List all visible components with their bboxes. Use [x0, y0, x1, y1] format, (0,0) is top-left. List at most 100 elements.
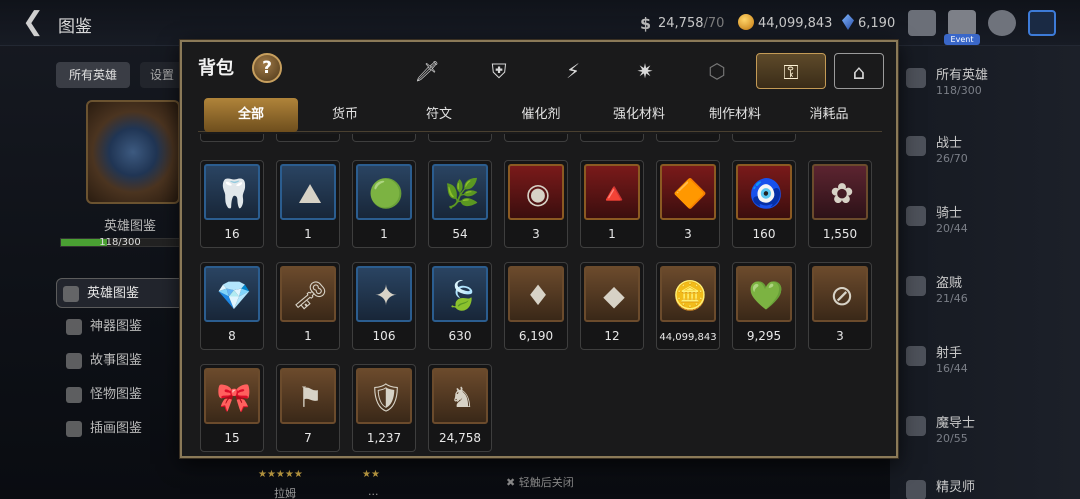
nav-label: 神器图鉴 — [90, 319, 143, 334]
blue-amulet-icon: 🧿 — [748, 177, 784, 210]
item-art: ◆ — [584, 266, 640, 322]
item-slot[interactable]: 🔺 1 — [580, 160, 644, 248]
equipment-category-icon[interactable]: 🗡 — [406, 53, 448, 89]
nav-illustration-codex[interactable]: 插画图鉴 — [60, 414, 190, 444]
item-slot-partial[interactable] — [428, 134, 492, 142]
subtab-runes[interactable]: 符文 — [392, 98, 486, 132]
tab-settings[interactable]: 设置 — [140, 62, 184, 88]
no-shield-category-icon[interactable]: ⛨ — [478, 53, 520, 89]
item-slot[interactable]: 🔶 3 — [656, 160, 720, 248]
item-slot-partial[interactable] — [580, 134, 644, 142]
class-filter-archer[interactable]: 射手 16/44 — [906, 340, 1076, 384]
item-slot-partial[interactable] — [732, 134, 796, 142]
item-slot[interactable]: ⛰ 1 — [276, 160, 340, 248]
item-count: 24,758 — [439, 431, 481, 445]
item-slot[interactable]: 🌿 54 — [428, 160, 492, 248]
item-slot[interactable]: 🟢 1 — [352, 160, 416, 248]
item-count: 1 — [304, 329, 312, 343]
dice-category-icon[interactable]: ⬡ — [696, 53, 738, 89]
item-art: 💚 — [736, 266, 792, 322]
storage-category-icon[interactable]: ⌂ — [834, 53, 884, 89]
subtab-catalysts[interactable]: 催化剂 — [494, 98, 588, 132]
item-slot[interactable]: 🧿 160 — [732, 160, 796, 248]
help-button[interactable]: ? — [252, 53, 282, 83]
nav-label: 怪物图鉴 — [90, 387, 143, 402]
nav-hero-codex[interactable]: 英雄图鉴 — [56, 278, 186, 308]
item-slot[interactable]: 🗝 1 — [276, 262, 340, 350]
item-slot[interactable]: ⚑ 7 — [276, 364, 340, 452]
item-art: ♦ — [508, 266, 564, 322]
item-slot[interactable]: 💎 8 — [200, 262, 264, 350]
tap-to-close-hint[interactable]: ✖ 轻触后关闭 — [506, 474, 574, 490]
item-art: ⛰ — [280, 164, 336, 220]
menu-grid-icon[interactable] — [1028, 10, 1056, 36]
thief-class-icon — [906, 276, 926, 296]
item-slot-partial[interactable] — [200, 134, 264, 142]
hero-codex-book-image[interactable] — [86, 100, 180, 204]
item-count: 12 — [604, 329, 620, 343]
item-slot[interactable]: ♞ 24,758 — [428, 364, 492, 452]
item-count: 1 — [304, 227, 312, 241]
item-slot[interactable]: ✦ 106 — [352, 262, 416, 350]
subtab-all[interactable]: 全部 — [204, 98, 298, 132]
event-badge[interactable]: Event — [944, 34, 980, 45]
subtab-craft-materials[interactable]: 制作材料 — [688, 98, 782, 132]
fang-icon: 🦷 — [216, 177, 252, 210]
item-slot[interactable]: 🎀 15 — [200, 364, 264, 452]
item-slot[interactable]: 🪙 44,099,843 — [656, 262, 720, 350]
tab-all-heroes[interactable]: 所有英雄 — [56, 62, 130, 88]
subtab-consumables[interactable]: 消耗品 — [782, 98, 876, 132]
subtab-currency[interactable]: 货币 — [298, 98, 392, 132]
class-name: 精灵师 — [936, 480, 976, 495]
close-hint-text: 轻触后关闭 — [518, 476, 574, 489]
item-art: 🟢 — [356, 164, 412, 220]
back-arrow-icon[interactable]: ❮ — [22, 9, 50, 36]
item-art: 🔺 — [584, 164, 640, 220]
item-art: 🪙 — [660, 266, 716, 322]
mail-icon[interactable] — [948, 10, 976, 36]
burst-category-icon[interactable]: ✷ — [624, 53, 666, 89]
item-slot[interactable]: 💚 9,295 — [732, 262, 796, 350]
class-filter-all-heroes[interactable]: 所有英雄 118/300 — [906, 62, 1076, 106]
class-count: 26/70 — [936, 152, 968, 165]
item-art: ⚑ — [280, 368, 336, 424]
item-slot-partial[interactable] — [656, 134, 720, 142]
nav-label: 故事图鉴 — [90, 353, 143, 368]
item-count: 106 — [372, 329, 396, 343]
item-slot[interactable]: 🛡 1,237 — [352, 364, 416, 452]
item-slot-partial[interactable] — [504, 134, 568, 142]
item-count: 44,099,843 — [659, 332, 717, 343]
item-art: 🍃 — [432, 266, 488, 322]
item-slot[interactable]: 🍃 630 — [428, 262, 492, 350]
class-filter-knight[interactable]: 骑士 20/44 — [906, 200, 1076, 244]
item-slot[interactable]: 🦷 16 — [200, 160, 264, 248]
item-slot[interactable]: ◆ 12 — [580, 262, 644, 350]
item-slot[interactable]: ♦ 6,190 — [504, 262, 568, 350]
class-filter-spirit[interactable]: 精灵师 — [906, 474, 1076, 499]
hero-icon — [63, 286, 79, 302]
class-filter-thief[interactable]: 盗贼 21/46 — [906, 270, 1076, 314]
item-slot-partial[interactable] — [352, 134, 416, 142]
nav-story-codex[interactable]: 故事图鉴 — [60, 346, 190, 376]
item-art: ⊘ — [812, 266, 868, 322]
gem-counter: 6,190 — [842, 14, 895, 31]
class-filter-mage[interactable]: 魔导士 20/55 — [906, 410, 1076, 454]
item-slot-partial[interactable] — [276, 134, 340, 142]
nav-monster-codex[interactable]: 怪物图鉴 — [60, 380, 190, 410]
nav-artifact-codex[interactable]: 神器图鉴 — [60, 312, 190, 342]
items-category-icon[interactable]: ⚿ — [756, 53, 826, 89]
chat-icon[interactable] — [988, 10, 1016, 36]
item-count: 1 — [608, 227, 616, 241]
class-filter-warrior[interactable]: 战士 26/70 — [906, 130, 1076, 174]
guild-icon[interactable] — [908, 10, 936, 36]
item-count: 54 — [452, 227, 468, 241]
subtab-enhance-materials[interactable]: 强化材料 — [592, 98, 686, 132]
item-art: ✦ — [356, 266, 412, 322]
inventory-dialog: 背包 ? 🗡 ⛨ ⚡ ✷ ⬡ ⚿ ⌂ 全部 货币 符文 催化剂 强化材料 制作材… — [180, 40, 898, 458]
item-slot[interactable]: ◉ 3 — [504, 160, 568, 248]
item-count: 3 — [684, 227, 692, 241]
item-slot[interactable]: ✿ 1,550 — [808, 160, 872, 248]
red-fragment-icon: 🛡 — [368, 381, 404, 414]
item-slot[interactable]: ⊘ 3 — [808, 262, 872, 350]
lightning-category-icon[interactable]: ⚡ — [552, 53, 594, 89]
